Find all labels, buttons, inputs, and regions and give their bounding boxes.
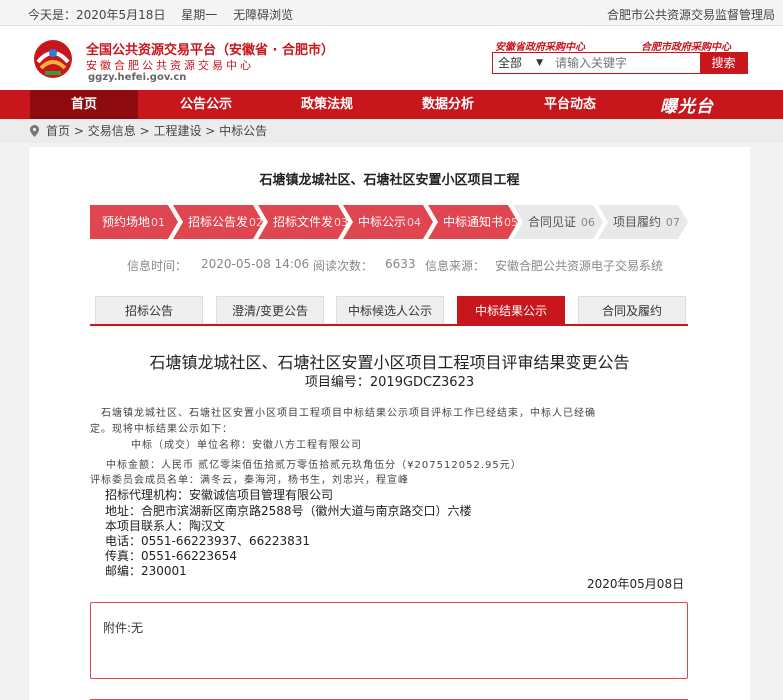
step-number: 02 xyxy=(249,216,264,229)
tab-award-result[interactable]: 中标结果公示 xyxy=(457,296,565,324)
process-steps: 预约场地01 招标公告发02 招标文件发03 中标公示04 中标通知书05 合同… xyxy=(90,205,688,239)
notice-date: 2020年05月08日 xyxy=(587,577,685,591)
tab-candidates[interactable]: 中标候选人公示 xyxy=(336,296,444,324)
search-scope-select[interactable]: 全部 ▼ xyxy=(493,53,549,73)
chevron-down-icon: ▼ xyxy=(536,58,543,68)
notice-paragraph-line: 石塘镇龙城社区、石塘社区安置小区项目工程项目中标结果公示项目评标工作已经结束，中… xyxy=(101,408,596,419)
step-label: 中标公示 xyxy=(358,215,407,229)
nav-item-home[interactable]: 首页 xyxy=(30,90,138,119)
agency-text: 招标代理机构：安徽诚信项目管理有限公司 xyxy=(105,488,334,502)
step-award-publicity[interactable]: 中标公示04 xyxy=(343,205,433,239)
notice-paragraph-line: 定。现将中标结果公示如下： xyxy=(90,424,233,435)
breadcrumb-separator: > xyxy=(73,124,88,138)
nav-item-policies[interactable]: 政策法规 xyxy=(273,90,381,119)
platform-logo-icon xyxy=(34,40,72,78)
accessibility-link[interactable]: 无障碍浏览 xyxy=(233,8,293,22)
step-tender-docs[interactable]: 招标文件发03 xyxy=(258,205,348,239)
step-number: 01 xyxy=(151,216,166,229)
breadcrumb-award-notice[interactable]: 中标公告 xyxy=(219,124,267,138)
step-label: 中标通知书 xyxy=(443,215,504,229)
step-label: 合同见证 xyxy=(528,215,577,229)
step-number: 04 xyxy=(407,216,422,229)
meta-time-label: 信息时间： xyxy=(127,259,188,273)
content-panel: 石塘镇龙城社区、石塘社区安置小区项目工程 预约场地01 招标公告发02 招标文件… xyxy=(29,147,750,700)
authority-text: 合肥市公共资源交易监督管理局 xyxy=(606,8,775,22)
step-tender-notice[interactable]: 招标公告发02 xyxy=(173,205,263,239)
attachment-label: 附件:无 xyxy=(103,621,144,635)
nav-item-platform-news[interactable]: 平台动态 xyxy=(516,90,624,119)
step-label: 招标文件发 xyxy=(273,215,334,229)
tab-clarification[interactable]: 澄清/变更公告 xyxy=(216,296,324,324)
project-title: 石塘镇龙城社区、石塘社区安置小区项目工程 xyxy=(259,173,520,188)
meta-time-value: 2020-05-08 14:06 xyxy=(201,257,310,271)
meta-views-label: 阅读次数： xyxy=(313,259,374,273)
breadcrumb-separator: > xyxy=(139,124,154,138)
city-procurement-link[interactable]: 合肥市政府采购中心 xyxy=(641,38,731,53)
step-label: 项目履约 xyxy=(613,215,662,229)
step-performance[interactable]: 项目履约 07 xyxy=(598,205,688,239)
step-booking[interactable]: 预约场地01 xyxy=(90,205,178,239)
breadcrumb-separator: > xyxy=(205,124,216,138)
step-label: 招标公告发 xyxy=(188,215,249,229)
exposure-platform-link[interactable]: 曝光台 xyxy=(660,92,714,117)
top-info-bar: 今天是：2020年5月18日 星期一 无障碍浏览 合肥市公共资源交易监督管理局 xyxy=(0,0,783,26)
main-nav: 首页 公告公示 政策法规 数据分析 平台动态 曝光台 xyxy=(0,90,783,119)
project-code: 项目编号：2019GDCZ3623 xyxy=(304,375,475,390)
nav-item-data-analysis[interactable]: 数据分析 xyxy=(394,90,502,119)
step-label: 预约场地 xyxy=(102,215,151,229)
search-scope-value: 全部 xyxy=(498,56,523,70)
step-award-letter[interactable]: 中标通知书05 xyxy=(428,205,518,239)
breadcrumb-home[interactable]: 首页 xyxy=(46,124,70,138)
meta-source-value: 安徽合肥公共资源电子交易系统 xyxy=(495,259,664,273)
notice-title: 石塘镇龙城社区、石塘社区安置小区项目工程项目评审结果变更公告 xyxy=(149,353,630,372)
step-contract[interactable]: 合同见证 06 xyxy=(513,205,603,239)
breadcrumb-trade-info[interactable]: 交易信息 xyxy=(88,124,136,138)
notice-tabs: 招标公告 澄清/变更公告 中标候选人公示 中标结果公示 合同及履约 xyxy=(90,296,688,326)
committee-text: 评标委员会成员名单：满冬云，秦海河，杨书生，刘忠兴，程宣峰 xyxy=(90,475,409,486)
date-text: 今天是：2020年5月18日 xyxy=(28,8,166,22)
attachment-box: 附件:无 xyxy=(90,602,688,679)
province-procurement-link[interactable]: 安徽省政府采购中心 xyxy=(495,38,585,53)
winner-text: 中标（成交）单位名称：安徽八方工程有限公司 xyxy=(131,440,362,451)
bid-amount-text: 中标金额：人民币 贰亿零柒佰伍拾贰万零伍拾贰元玖角伍分（¥207512052.9… xyxy=(106,460,522,471)
step-number: 06 xyxy=(580,216,595,229)
platform-url: ggzy.hefei.gov.cn xyxy=(88,72,187,83)
meta-views-value: 6633 xyxy=(385,257,416,271)
step-number: 05 xyxy=(504,216,519,229)
weekday-text: 星期一 xyxy=(181,8,218,22)
search-input[interactable] xyxy=(549,53,694,73)
meta-source-label: 信息来源： xyxy=(425,259,486,273)
search-button[interactable]: 搜索 xyxy=(700,53,747,73)
location-pin-icon xyxy=(30,125,39,137)
platform-subtitle: 安徽合肥公共资源交易中心 xyxy=(86,59,254,72)
platform-title: 全国公共资源交易平台（安徽省 · 合肥市） xyxy=(86,43,334,58)
tab-tender-notice[interactable]: 招标公告 xyxy=(95,296,203,324)
step-number: 03 xyxy=(334,216,349,229)
breadcrumb-construction[interactable]: 工程建设 xyxy=(153,124,201,138)
nav-item-announcements[interactable]: 公告公示 xyxy=(152,90,260,119)
search-bar: 全部 ▼ 搜索 xyxy=(492,52,748,74)
step-number: 07 xyxy=(665,216,680,229)
tab-contract[interactable]: 合同及履约 xyxy=(578,296,686,324)
breadcrumb: 首页 > 交易信息 > 工程建设 > 中标公告 xyxy=(0,119,783,143)
